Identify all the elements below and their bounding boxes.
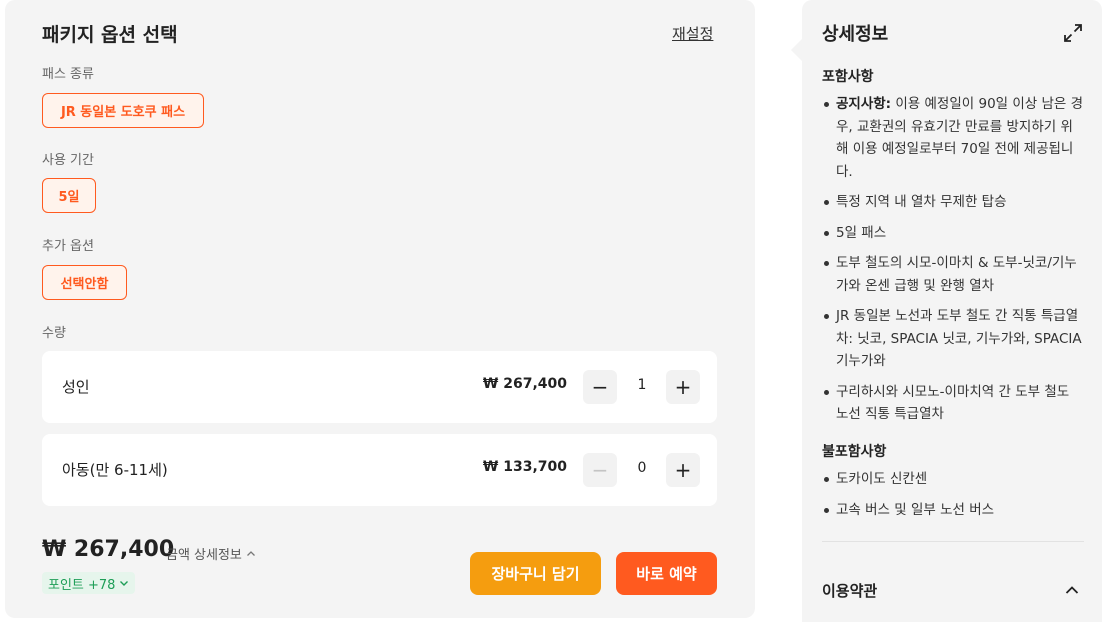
quantity-row-child: 아동(만 6-11세) ₩ 133,700 − 0 + bbox=[42, 434, 717, 506]
details-panel: 상세정보 포함사항 공지사항: 이용 예정일이 90일 이상 남은 경우, 교환… bbox=[802, 0, 1102, 622]
quantity-row-adult: 성인 ₩ 267,400 − 1 + bbox=[42, 351, 717, 423]
ticket-price: ₩ 267,400 bbox=[482, 376, 567, 392]
panel-pointer bbox=[791, 39, 802, 61]
decrease-button[interactable]: − bbox=[583, 453, 617, 487]
plus-icon: + bbox=[674, 375, 692, 399]
list-item: 도부 철도의 시모-이마치 & 도부-닛코/기누가와 온센 급행 및 완행 열차 bbox=[822, 252, 1084, 297]
included-title: 포함사항 bbox=[822, 69, 874, 85]
expand-icon[interactable] bbox=[1062, 22, 1084, 44]
pass-type-label: 패스 종류 bbox=[42, 67, 94, 82]
points-badge[interactable]: 포인트 +78 bbox=[42, 572, 136, 594]
list-item: JR 동일본 노선과 도부 철도 간 직통 특급열차: 닛코, SPACIA 닛… bbox=[822, 305, 1084, 373]
list-item: 특정 지역 내 열차 무제한 탑승 bbox=[822, 191, 1084, 214]
points-label: 포인트 +78 bbox=[48, 577, 116, 593]
total-price: ₩ 267,400 bbox=[42, 537, 175, 562]
quantity-label: 수량 bbox=[42, 326, 66, 341]
details-title: 상세정보 bbox=[822, 24, 889, 45]
increase-button[interactable]: + bbox=[666, 370, 700, 404]
list-item: 5일 패스 bbox=[822, 222, 1084, 245]
included-list: 공지사항: 이용 예정일이 90일 이상 남은 경우, 교환권의 유효기간 만료… bbox=[822, 93, 1084, 434]
ticket-price: ₩ 133,700 bbox=[482, 459, 567, 475]
minus-icon: − bbox=[591, 458, 609, 482]
extra-option-label: 추가 옵션 bbox=[42, 239, 94, 254]
minus-icon: − bbox=[591, 375, 609, 399]
duration-chip[interactable]: 5일 bbox=[42, 178, 96, 213]
increase-button[interactable]: + bbox=[666, 453, 700, 487]
ticket-type-name: 성인 bbox=[62, 378, 90, 396]
decrease-button[interactable]: − bbox=[583, 370, 617, 404]
list-item: 도카이도 신칸센 bbox=[822, 468, 1084, 491]
notice-label: 공지사항: bbox=[836, 96, 892, 112]
list-item: 고속 버스 및 일부 노선 버스 bbox=[822, 499, 1084, 522]
chevron-down-icon bbox=[120, 581, 129, 586]
book-now-button[interactable]: 바로 예약 bbox=[616, 552, 717, 595]
pass-type-chip[interactable]: JR 동일본 도호쿠 패스 bbox=[42, 93, 204, 128]
reset-link[interactable]: 재설정 bbox=[672, 23, 713, 44]
plus-icon: + bbox=[674, 458, 692, 482]
quantity-value: 1 bbox=[637, 377, 647, 393]
duration-label: 사용 기간 bbox=[42, 153, 94, 168]
excluded-list: 도카이도 신칸센 고속 버스 및 일부 노선 버스 bbox=[822, 468, 1084, 529]
list-item: 공지사항: 이용 예정일이 90일 이상 남은 경우, 교환권의 유효기간 만료… bbox=[822, 93, 1084, 183]
options-title: 패키지 옵션 선택 bbox=[42, 24, 178, 46]
options-panel: 패키지 옵션 선택 재설정 패스 종류 JR 동일본 도호쿠 패스 사용 기간 … bbox=[5, 0, 755, 618]
ticket-type-name: 아동(만 6-11세) bbox=[62, 461, 168, 479]
list-item: 구리하시와 시모노-이마치역 간 도부 철도 노선 직통 특급열차 bbox=[822, 381, 1084, 426]
chevron-up-icon[interactable] bbox=[1064, 582, 1080, 598]
price-detail-toggle[interactable]: 금액 상세정보 bbox=[166, 544, 256, 563]
divider bbox=[822, 541, 1084, 542]
quantity-value: 0 bbox=[637, 460, 647, 476]
excluded-title: 불포함사항 bbox=[822, 444, 887, 460]
price-detail-label: 금액 상세정보 bbox=[166, 548, 242, 563]
extra-option-chip[interactable]: 선택안함 bbox=[42, 265, 127, 300]
add-to-cart-button[interactable]: 장바구니 담기 bbox=[470, 552, 601, 595]
chevron-up-icon bbox=[246, 550, 255, 556]
terms-label[interactable]: 이용약관 bbox=[822, 580, 877, 601]
